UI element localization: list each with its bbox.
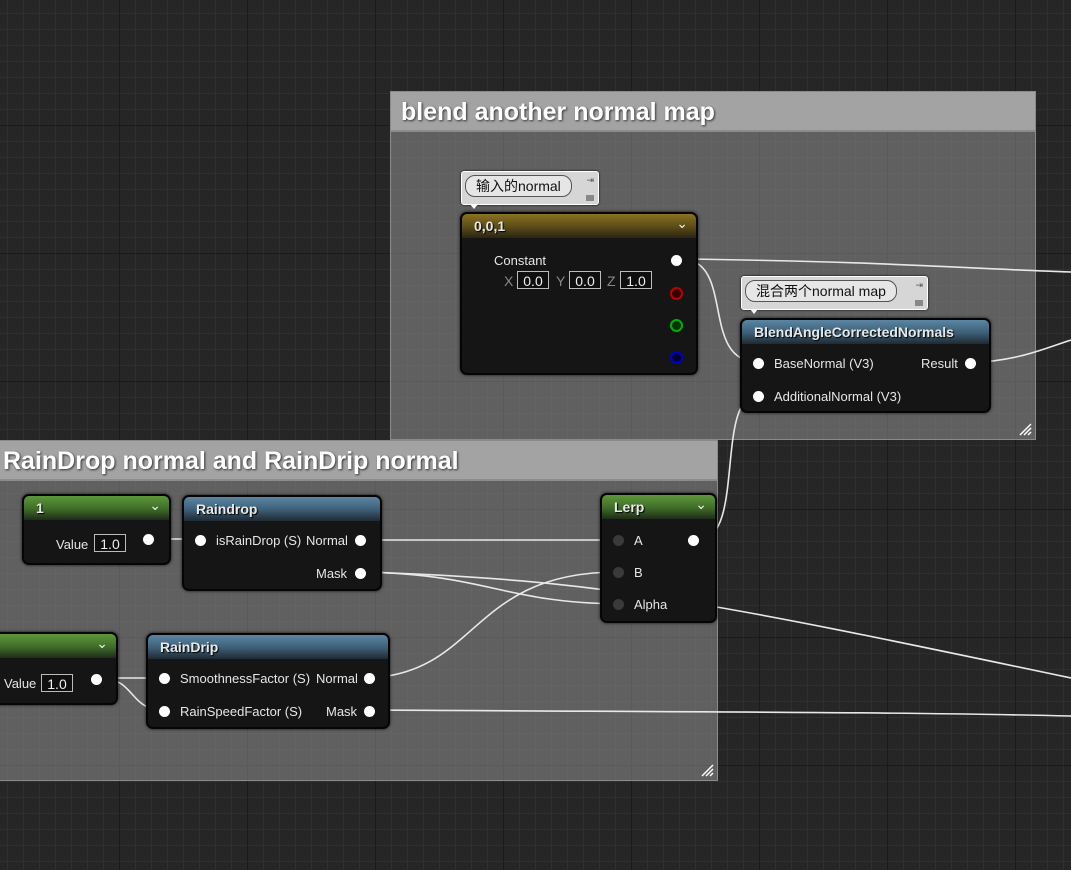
node-title: 1	[36, 500, 44, 516]
chevron-down-icon[interactable]: ⌄	[96, 635, 108, 652]
node-title: Lerp	[614, 499, 645, 515]
result-label: Result	[921, 356, 958, 371]
output-pin-normal[interactable]	[355, 535, 366, 546]
input-pin-rainspeedfactor[interactable]	[159, 706, 170, 717]
input-pin-a[interactable]	[613, 535, 624, 546]
node-header[interactable]: 0,0,1 ⌄	[462, 214, 696, 238]
comment-bubble-blend-two[interactable]: 混合两个normal map ⇥	[741, 276, 928, 314]
raindrip-node[interactable]: RainDrip SmoothnessFactor (S) Normal Rai…	[146, 633, 390, 729]
input-pin-basenormal[interactable]	[753, 358, 764, 369]
israindrop-label: isRainDrop (S)	[216, 533, 302, 548]
node-title: RainDrip	[160, 639, 219, 655]
mask-output-label: Mask	[326, 704, 358, 719]
constant-label: Constant	[494, 253, 547, 268]
node-header[interactable]: 1 ⌄	[24, 496, 169, 520]
input-pin-alpha[interactable]	[613, 599, 624, 610]
wire-raindrop-mask-to-alpha	[364, 571, 619, 605]
input-pin-additionalnormal[interactable]	[753, 391, 764, 402]
node-header[interactable]: Raindrop	[184, 497, 380, 521]
output-pin-normal[interactable]	[364, 673, 375, 684]
wire-const3-to-output	[682, 258, 1071, 273]
output-pin-rgb[interactable]	[671, 255, 682, 266]
output-pin-mask[interactable]	[355, 568, 366, 579]
value-label: Value	[56, 537, 89, 552]
z-value-field[interactable]: 1.0	[620, 271, 652, 289]
value-field[interactable]: 1.0	[41, 674, 73, 692]
wire-raindrip-mask-to-output	[369, 709, 1071, 717]
chevron-down-icon[interactable]: ⌄	[676, 215, 688, 232]
b-label: B	[634, 565, 643, 580]
output-pin[interactable]	[688, 535, 699, 546]
lerp-node[interactable]: Lerp ⌄ A B Alpha	[600, 493, 717, 623]
input-pin-b[interactable]	[613, 567, 624, 578]
additionalnormal-label: AdditionalNormal (V3)	[774, 389, 902, 404]
bubble-text: 输入的normal	[465, 175, 572, 197]
expand-icon[interactable]	[586, 195, 594, 201]
blend-angle-corrected-normals-node[interactable]: BlendAngleCorrectedNormals BaseNormal (V…	[740, 318, 991, 413]
output-pin-green[interactable]	[670, 319, 683, 332]
z-axis-label: Z	[607, 273, 616, 289]
raindrop-node[interactable]: Raindrop isRainDrop (S) Normal Mask	[182, 495, 382, 591]
comment-bubble-input-normal[interactable]: 输入的normal ⇥	[461, 171, 599, 209]
x-axis-label: X	[504, 273, 514, 289]
node-header[interactable]: RainDrip	[148, 635, 388, 659]
output-pin-mask[interactable]	[364, 706, 375, 717]
a-label: A	[634, 533, 643, 548]
normal-output-label: Normal	[306, 533, 348, 548]
output-pin-result[interactable]	[965, 358, 976, 369]
value-label: Value	[4, 676, 37, 691]
wire-raindrop-mask-to-output	[364, 571, 1071, 679]
output-pin[interactable]	[143, 534, 154, 545]
output-pin-blue[interactable]	[670, 351, 683, 364]
alpha-label: Alpha	[634, 597, 668, 612]
wire-layer	[102, 258, 1071, 717]
value-field[interactable]: 1.0	[94, 534, 126, 552]
output-pin[interactable]	[91, 674, 102, 685]
node-header[interactable]: ⌄	[0, 634, 116, 658]
chevron-down-icon[interactable]: ⌄	[695, 496, 707, 513]
pin-icon[interactable]: ⇥	[586, 175, 594, 186]
mask-output-label: Mask	[316, 566, 348, 581]
node-header[interactable]: BlendAngleCorrectedNormals	[742, 320, 989, 344]
rainspeedfactor-label: RainSpeedFactor (S)	[180, 704, 303, 719]
basenormal-label: BaseNormal (V3)	[774, 356, 874, 371]
smoothnessfactor-label: SmoothnessFactor (S)	[180, 671, 311, 686]
constant-node-bottom[interactable]: ⌄ Value 1.0	[0, 632, 118, 705]
node-title: Raindrop	[196, 501, 258, 517]
y-value-field[interactable]: 0.0	[569, 271, 601, 289]
pin-icon[interactable]: ⇥	[915, 280, 923, 291]
node-title: 0,0,1	[474, 218, 506, 234]
output-pin-red[interactable]	[670, 287, 683, 300]
node-header[interactable]: Lerp ⌄	[602, 495, 715, 519]
y-axis-label: Y	[556, 273, 566, 289]
expand-icon[interactable]	[915, 300, 923, 306]
chevron-down-icon[interactable]: ⌄	[149, 497, 161, 514]
node-title: BlendAngleCorrectedNormals	[754, 324, 954, 340]
input-pin-israindrop[interactable]	[195, 535, 206, 546]
bubble-text: 混合两个normal map	[745, 280, 897, 302]
constant-node-top[interactable]: 1 ⌄ Value 1.0	[22, 494, 171, 565]
constant3vector-node[interactable]: 0,0,1 ⌄ Constant X 0.0 Y 0.0 Z 1.0	[460, 212, 698, 375]
x-value-field[interactable]: 0.0	[517, 271, 549, 289]
normal-output-label: Normal	[316, 671, 358, 686]
input-pin-smoothnessfactor[interactable]	[159, 673, 170, 684]
